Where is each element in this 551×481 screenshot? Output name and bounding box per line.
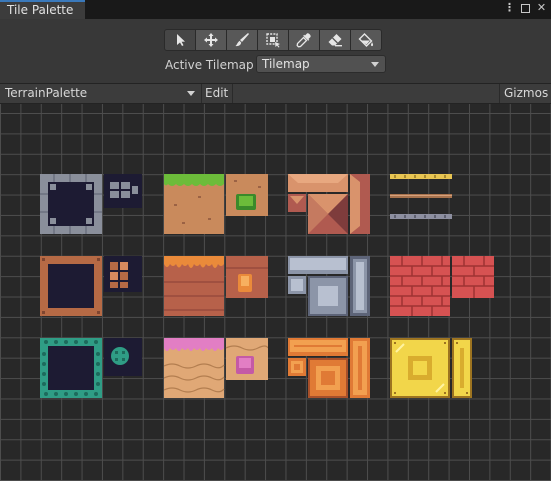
box-select-icon [266,33,280,48]
picker-tool-button[interactable] [288,29,320,51]
tileset-pyramid-roof[interactable] [288,174,370,236]
tab-tile-palette[interactable]: Tile Palette [0,0,85,19]
palette-grid[interactable] [0,104,551,481]
dropdown-caret-icon [371,62,379,67]
eraser-icon [328,34,342,47]
kebab-menu-icon[interactable]: ⋮ [504,2,515,14]
tileset-pink-sand[interactable] [164,338,268,400]
tileset-red-brick[interactable] [390,256,494,318]
tile-palette-window: Tile Palette ⋮ ✕ Active Tilemap Tilemap … [0,0,551,481]
tileset-orange-block[interactable] [288,338,370,400]
arrow-cursor-icon [177,34,185,46]
paint-bucket-icon [358,33,374,47]
palette-dropdown[interactable]: TerrainPalette [0,84,202,103]
palette-bar: TerrainPalette Edit Gizmos [0,83,551,104]
edit-button[interactable]: Edit [202,84,233,103]
tool-bar [164,29,382,51]
fill-tool-button[interactable] [350,29,382,51]
tileset-grass-dirt[interactable] [164,174,268,236]
tileset-stone-block[interactable] [40,174,142,234]
tileset-wood-frame[interactable] [40,256,142,318]
select-tool-button[interactable] [164,29,196,51]
palette-name: TerrainPalette [5,86,88,100]
tileset-metal-plate[interactable] [288,256,370,318]
tileset-gold-block[interactable] [390,338,474,400]
move-tool-button[interactable] [195,29,227,51]
gizmos-button[interactable]: Gizmos [499,84,551,103]
palette-caret-icon [187,91,195,96]
tileset-teal-cobble[interactable] [40,338,142,400]
active-tilemap-label: Active Tilemap [165,58,254,72]
tileset-lava-dirt[interactable] [164,256,268,318]
eyedropper-icon [296,33,311,48]
erase-tool-button[interactable] [319,29,351,51]
paint-tool-button[interactable] [226,29,258,51]
active-tilemap-value: Tilemap [262,57,310,71]
window-titlebar: Tile Palette ⋮ ✕ [0,0,551,19]
brush-icon [235,33,249,47]
close-icon[interactable]: ✕ [536,2,547,14]
box-fill-tool-button[interactable] [257,29,289,51]
tileset-thin-ledge[interactable] [390,174,452,222]
move-arrows-icon [204,33,218,47]
maximize-icon[interactable] [521,4,530,13]
active-tilemap-dropdown[interactable]: Tilemap [256,55,386,73]
